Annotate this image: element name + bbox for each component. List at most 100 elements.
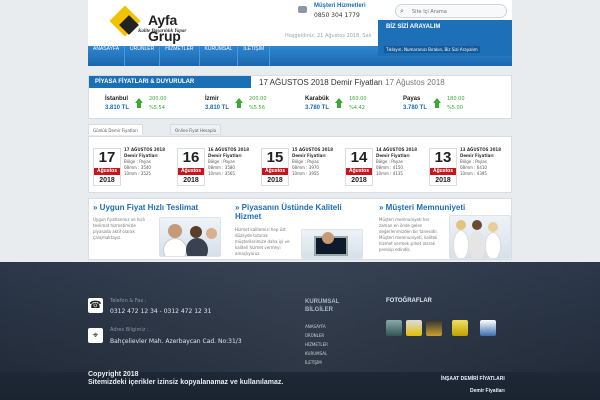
price-change-pct: %5.54 (149, 105, 165, 111)
footer-link-services[interactable]: HİZMETLER (305, 342, 328, 347)
price-date-heading[interactable]: 17 AĞUSTOS 2018 Demir Fiyatları 17 Ağust… (259, 78, 445, 87)
photo-thumbnail[interactable] (386, 320, 402, 336)
customer-service-phone[interactable]: 0850 304 1779 (314, 12, 360, 19)
day-details: 16 AĞUSTOS 2018 Demir Fiyatları Bölge : P… (208, 147, 250, 176)
brand-slogan: Kalite Başarılılık Yapar (138, 29, 187, 34)
photo-thumbnail[interactable] (452, 320, 468, 336)
calendar-icon: 17 Ağustos 2018 (93, 148, 121, 186)
photos-title: FOTOĞRAFLAR (386, 298, 432, 304)
day-details: 13 AĞUSTOS 2018 Demir Fiyatları Bölge : P… (460, 147, 502, 176)
nav-item-products[interactable]: ÜRÜNLER (125, 46, 161, 66)
phone-value: 0312 472 12 34 - 0312 472 12 31 (110, 308, 212, 315)
calendar-icon: 13 Ağustos 2018 (429, 148, 457, 186)
day-details: 15 AĞUSTOS 2018 Demir Fiyatları Bölge : P… (292, 147, 334, 176)
call-me-title: BİZ SİZİ ARAYALIM (386, 24, 441, 30)
price-list: İstanbul 3.810 TL 200.00 %5.54 İzmir 3.8… (89, 94, 513, 118)
price-change-pct: %4.42 (349, 105, 365, 111)
corporate-info-title: KURUMSAL BİLGİLER (305, 299, 340, 313)
nav-item-home[interactable]: ANASAYFA (88, 46, 126, 66)
price-value: 3.810 TL (105, 105, 130, 111)
feature-title[interactable]: » Piyasanın Üstünde Kaliteli Hizmet (235, 203, 369, 221)
page: Ayfa Grup Kalite Başarılılık Yapar Müşte… (0, 0, 600, 400)
photo-thumbnail[interactable] (480, 320, 496, 336)
feature-image (449, 215, 511, 259)
site-header: Ayfa Grup Kalite Başarılılık Yapar Müşte… (88, 0, 512, 56)
location-icon: ⌖ (88, 328, 103, 343)
feature-text: Müşteri memnuniyeti her zaman en önde ge… (379, 217, 438, 252)
price-item: Payas 3.780 TL 180.00 %5.00 (403, 94, 487, 118)
feature-image (301, 229, 363, 259)
price-change: 200.00 (249, 96, 267, 102)
market-prices-panel: PİYASA FİYATLARI & DUYURULAR 17 AĞUSTOS … (88, 75, 512, 119)
calendar-icon: 14 Ağustos 2018 (345, 148, 373, 186)
chevron-right-icon: » (93, 203, 100, 212)
tab-daily-prices[interactable]: Günlük Demir Fiyatları (88, 124, 143, 135)
price-city: Karabük (305, 96, 330, 102)
day-card[interactable]: 17 Ağustos 2018 17 AĞUSTOS 2018 Demir Fi… (89, 143, 173, 191)
price-city: Payas (403, 96, 421, 102)
price-city: İstanbul (105, 96, 129, 102)
day-card[interactable]: 16 Ağustos 2018 16 AĞUSTOS 2018 Demir Fiya… (173, 143, 257, 191)
price-change: 160.00 (349, 96, 367, 102)
features: » Uygun Fiyat Hızlı Teslimat Uygun fiyat… (88, 198, 512, 260)
photo-thumbnail[interactable] (426, 320, 442, 336)
chevron-right-icon: » (379, 203, 386, 212)
price-change: 200.00 (149, 96, 167, 102)
phone-label: Telefon & Fax : (110, 298, 147, 304)
price-change-pct: %5.56 (249, 105, 265, 111)
price-value: 3.810 TL (205, 105, 230, 111)
photo-thumbnail[interactable] (406, 320, 422, 336)
nav-item-services[interactable]: HİZMETLER (160, 46, 200, 66)
feature-text: Uygun fiyatlarımız ve hızlı teslimat hiz… (93, 217, 145, 240)
footer-link-products[interactable]: ÜRÜNLER (305, 333, 324, 338)
feature-title[interactable]: » Uygun Fiyat Hızlı Teslimat (93, 203, 198, 212)
price-change-pct: %5.00 (447, 105, 463, 111)
price-tabs: Günlük Demir Fiyatları Online Fiyat Hesa… (88, 124, 512, 136)
phone-icon (298, 6, 307, 13)
call-me-subtext: Tıklayın, Numaranızı Bırakın, Biz Sizi A… (384, 46, 480, 53)
day-card[interactable]: 15 Ağustos 2018 15 AĞUSTOS 2018 Demir Fiya… (257, 143, 341, 191)
phone-icon: ☎ (88, 298, 103, 313)
footer-link-corporate[interactable]: KURUMSAL (305, 351, 327, 356)
feature-text: Hizmet kalitemizi hep üst düzeyde tutara… (235, 227, 290, 256)
feature-card: » Piyasanın Üstünde Kaliteli Hizmet Hizm… (231, 203, 369, 259)
day-details: 17 AĞUSTOS 2018 Demir Fiyatları Bölge : P… (124, 147, 166, 176)
price-item: Karabük 3.780 TL 160.00 %4.42 (305, 94, 389, 118)
chevron-right-icon: » (235, 203, 242, 212)
nav-item-contact[interactable]: İLETİŞİM (238, 46, 271, 66)
customer-service-title: Müşteri Hizmetleri (314, 3, 366, 9)
footer-link-iron-prices[interactable]: Demir Fiyatları (470, 388, 505, 394)
feature-title[interactable]: » Müşteri Memnuniyeti (379, 203, 465, 212)
price-change: 180.00 (447, 96, 465, 102)
price-value: 3.780 TL (403, 105, 428, 111)
price-item: İzmir 3.810 TL 200.00 %5.56 (205, 94, 289, 118)
price-city: İzmir (205, 96, 220, 102)
address-value: Bahçelievler Mah. Azerbaycan Cad. No:31/… (110, 338, 242, 345)
feature-image (159, 217, 221, 257)
calendar-icon: 16 Ağustos 2018 (177, 148, 205, 186)
search-box: ⌕ (395, 4, 507, 18)
day-details: 14 AĞUSTOS 2018 Demir Fiyatları Bölge : P… (376, 147, 418, 176)
feature-card: » Müşteri Memnuniyeti Müşteri memnuniyet… (375, 203, 513, 259)
day-card[interactable]: 13 Ağustos 2018 13 AĞUSTOS 2018 Demir Fiya… (425, 143, 509, 191)
daily-prices: 17 Ağustos 2018 17 AĞUSTOS 2018 Demir Fi… (88, 136, 512, 193)
logo[interactable]: Ayfa Grup Kalite Başarılılık Yapar (108, 5, 204, 44)
nav-item-corporate[interactable]: KURUMSAL (200, 46, 239, 66)
footer-link-rebar-prices[interactable]: İNŞAAT DEMİRİ FİYATLARI (441, 376, 505, 382)
price-value: 3.780 TL (305, 105, 330, 111)
call-me-box[interactable]: BİZ SİZİ ARAYALIM Tıklayın, Numaranızı B… (378, 20, 512, 56)
address-label: Adres Bilgimiz : (110, 327, 149, 333)
day-card[interactable]: 14 Ağustos 2018 14 AĞUSTOS 2018 Demir Fiya… (341, 143, 425, 191)
brand-name: Ayfa Grup (148, 12, 181, 44)
calendar-icon: 15 Ağustos 2018 (261, 148, 289, 186)
greeting-text: Hoşgeldiniz, 21 Ağustos 2018, Salı (285, 33, 372, 39)
footer-link-home[interactable]: ANASAYFA (305, 324, 326, 329)
tab-online-calc[interactable]: Online Fiyat Hesapla (170, 124, 222, 135)
copyright: Copyright 2018 Sitemizdeki içerikler izi… (88, 371, 284, 386)
feature-card: » Uygun Fiyat Hızlı Teslimat Uygun fiyat… (89, 203, 227, 259)
market-prices-title: PİYASA FİYATLARI & DUYURULAR (89, 76, 251, 88)
footer-link-contact[interactable]: İLETİŞİM (305, 360, 322, 365)
search-icon[interactable]: ⌕ (400, 7, 404, 16)
price-item: İstanbul 3.810 TL 200.00 %5.54 (105, 94, 189, 118)
search-input[interactable] (412, 7, 502, 16)
